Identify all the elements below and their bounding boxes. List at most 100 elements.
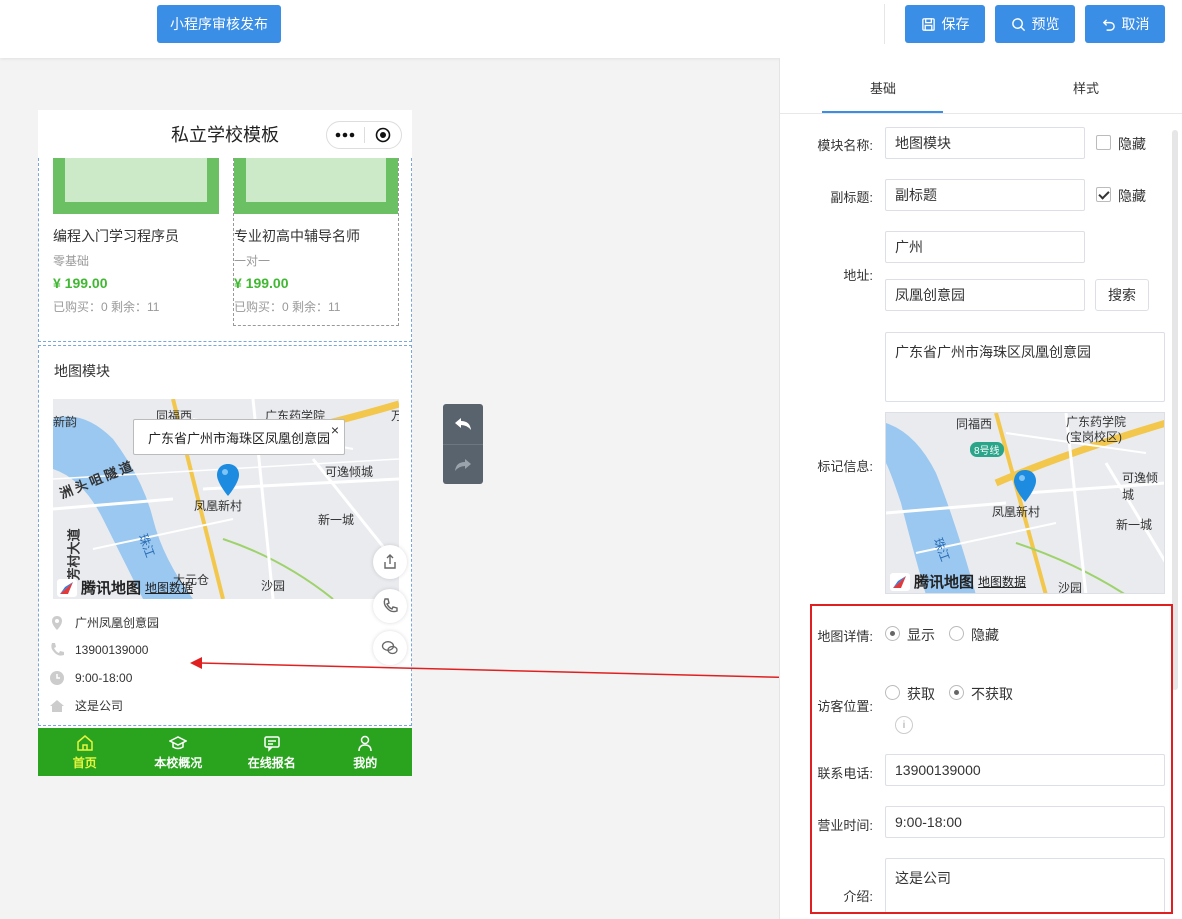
info-address: 广州凤凰创意园 <box>75 616 160 630</box>
tencent-map-icon <box>890 572 910 591</box>
target-icon <box>375 127 391 143</box>
product-name: 专业初高中辅导名师 <box>234 228 360 244</box>
map-pin-icon <box>1014 470 1036 502</box>
preview-label: 预览 <box>1031 16 1060 32</box>
chat-button[interactable] <box>373 631 407 665</box>
tab-online-signup[interactable]: 在线报名 <box>225 728 319 776</box>
tab-basic[interactable]: 基础 <box>870 78 896 97</box>
tab-label: 我的 <box>353 755 378 770</box>
map-module-block[interactable]: 地图模块 新韵 同福西 广东药学院 万 洲头咀隧道 可逸倾城 凤凰新村 新一城 … <box>38 345 412 726</box>
subtitle-hide-label: 隐藏 <box>1118 188 1146 204</box>
tencent-map-icon <box>57 578 77 597</box>
panel-tabs: 基础 样式 <box>780 58 1182 114</box>
more-dots-icon <box>335 132 355 138</box>
map-brand-name: 腾讯地图 <box>81 580 142 597</box>
wechat-icon <box>381 641 398 655</box>
module-name-input[interactable]: 地图模块 <box>885 127 1085 159</box>
close-program-button[interactable] <box>365 122 402 148</box>
active-tab-indicator <box>822 111 943 113</box>
tab-school-overview[interactable]: 本校概况 <box>132 728 226 776</box>
home-icon <box>50 699 64 712</box>
product-list-block[interactable]: 编程入门学习程序员 零基础 ¥ 199.00 已购买：0 剩余：11 专业初高中… <box>38 158 412 342</box>
metro-line-badge: 8号线 <box>970 442 1004 457</box>
module-name-label: 模块名称: <box>817 138 873 153</box>
map-brand-name: 腾讯地图 <box>914 574 975 591</box>
info-intro-row: 这是公司 <box>49 697 123 714</box>
user-icon <box>358 735 372 751</box>
map-label: 芳村大道 <box>66 528 82 581</box>
address-popup: 广东省广州市海珠区凤凰创意园 × <box>133 419 345 455</box>
map-data-link[interactable]: 地图数据 <box>145 579 193 596</box>
product-stats: 已购买：0 剩余：11 <box>234 300 341 314</box>
share-icon <box>384 554 396 569</box>
message-icon <box>264 735 280 752</box>
map-label: 可逸倾城 <box>325 465 374 479</box>
info-phone: 13900139000 <box>75 643 149 657</box>
map-view[interactable]: 新韵 同福西 广东药学院 万 洲头咀隧道 可逸倾城 凤凰新村 新一城 芳村大道 … <box>53 399 399 599</box>
product-card[interactable]: 编程入门学习程序员 零基础 ¥ 199.00 已购买：0 剩余：11 <box>53 158 219 315</box>
undo-icon <box>1102 18 1115 31</box>
save-button[interactable]: 保存 <box>905 5 985 43</box>
redo-arrow-icon <box>455 459 471 471</box>
search-button[interactable]: 搜索 <box>1095 279 1149 311</box>
keyword-input[interactable]: 凤凰创意园 <box>885 279 1085 311</box>
publish-button[interactable]: 小程序审核发布 <box>157 5 281 43</box>
graduation-cap-icon <box>169 735 188 749</box>
preview-button[interactable]: 预览 <box>995 5 1075 43</box>
history-controls <box>443 404 483 484</box>
map-label: 万 <box>391 409 399 423</box>
redo-button[interactable] <box>443 445 483 485</box>
full-address-textarea[interactable]: 广东省广州市海珠区凤凰创意园 <box>885 332 1165 402</box>
tab-label: 本校概况 <box>154 755 203 770</box>
map-pin-icon <box>217 464 239 496</box>
clock-icon <box>50 671 64 685</box>
phone-title: 私立学校模板 <box>171 125 279 145</box>
tab-mine[interactable]: 我的 <box>319 728 413 776</box>
product-card[interactable]: 专业初高中辅导名师 一对一 ¥ 199.00 已购买：0 剩余：11 <box>233 158 399 326</box>
subtitle-label: 副标题: <box>830 190 873 205</box>
top-toolbar: 小程序审核发布 保存 预览 取消 <box>0 0 1182 58</box>
cancel-label: 取消 <box>1121 16 1150 32</box>
map-label: 新韵 <box>53 415 78 429</box>
save-icon <box>921 17 935 31</box>
bottom-tabbar: 首页 本校概况 在线报名 我的 <box>38 728 412 776</box>
more-button[interactable] <box>327 122 364 148</box>
map-label: 可逸倾城 <box>1122 471 1159 502</box>
tab-style[interactable]: 样式 <box>1073 78 1099 97</box>
map-data-link[interactable]: 地图数据 <box>978 573 1026 590</box>
map-label: 凤凰新村 <box>992 505 1041 519</box>
subtitle-input[interactable]: 副标题 <box>885 179 1085 211</box>
undo-button[interactable] <box>443 404 483 444</box>
marker-info-label: 标记信息: <box>817 459 873 474</box>
map-label: 沙园 <box>1058 581 1083 594</box>
info-phone-row: 13900139000 <box>49 642 148 658</box>
save-label: 保存 <box>941 16 970 32</box>
info-hours-row: 9:00-18:00 <box>49 670 132 686</box>
tab-home[interactable]: 首页 <box>38 728 132 776</box>
tab-label: 在线报名 <box>247 755 296 770</box>
product-image <box>53 158 219 214</box>
marker-map-view[interactable]: 同福西 广东药学院 (宝岗校区) 8号线 可逸倾城 凤凰新村 新一城 珠江 沙园… <box>885 412 1165 594</box>
product-image <box>234 158 398 214</box>
product-price: ¥ 199.00 <box>53 275 108 291</box>
phone-header: 私立学校模板 <box>38 110 412 158</box>
city-input[interactable]: 广州 <box>885 231 1085 263</box>
subtitle-hide-checkbox[interactable] <box>1096 187 1111 202</box>
phone-preview: 编程入门学习程序员 零基础 ¥ 199.00 已购买：0 剩余：11 专业初高中… <box>38 110 412 776</box>
map-label: 新一城 <box>1116 518 1153 532</box>
product-subtitle: 零基础 <box>53 254 90 268</box>
tab-label: 首页 <box>72 755 97 770</box>
map-brand: 腾讯地图 地图数据 <box>57 577 193 598</box>
map-module-title: 地图模块 <box>54 363 110 379</box>
home-icon <box>77 734 93 751</box>
cancel-button[interactable]: 取消 <box>1085 5 1165 43</box>
call-button[interactable] <box>373 589 407 623</box>
location-icon <box>52 615 62 630</box>
phone-icon <box>51 643 64 656</box>
share-button[interactable] <box>373 545 407 579</box>
phone-icon <box>383 598 398 613</box>
module-hide-checkbox[interactable] <box>1096 135 1111 150</box>
popup-close-icon[interactable]: × <box>331 422 339 438</box>
toolbar-divider <box>884 4 885 44</box>
info-hours: 9:00-18:00 <box>75 671 133 685</box>
